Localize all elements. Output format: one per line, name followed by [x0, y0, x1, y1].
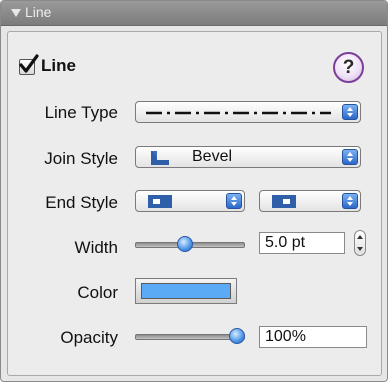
disclosure-triangle-down-icon[interactable] — [11, 9, 21, 17]
line-type-popup[interactable] — [135, 101, 361, 123]
panel-title: Line — [25, 4, 52, 20]
width-stepper[interactable] — [354, 230, 366, 256]
start-cap-popup[interactable] — [135, 190, 245, 212]
popup-arrows-icon — [342, 193, 358, 209]
opacity-slider-knob[interactable] — [229, 328, 245, 344]
join-style-popup[interactable]: Bevel — [135, 146, 361, 168]
width-label: Width — [74, 238, 118, 257]
popup-arrows-icon — [342, 149, 358, 165]
help-button[interactable]: ? — [333, 52, 364, 83]
square-cap-end-icon — [272, 195, 296, 208]
opacity-label: Opacity — [60, 328, 118, 347]
width-field[interactable]: 5.0 pt — [259, 232, 345, 254]
square-cap-start-icon — [148, 195, 172, 208]
dash-dot-line-icon — [146, 111, 331, 115]
line-checkbox[interactable] — [19, 54, 39, 75]
width-slider-knob[interactable] — [177, 236, 194, 252]
join-style-value: Bevel — [192, 148, 233, 165]
line-checkbox-label[interactable]: Line — [41, 56, 76, 76]
join-style-label: Join Style — [44, 149, 118, 168]
opacity-field[interactable]: 100% — [259, 326, 367, 348]
panel-content: Line ? Line Type Join Style Bevel End St… — [7, 31, 382, 376]
bevel-join-icon — [151, 151, 169, 165]
end-style-label: End Style — [45, 193, 118, 212]
popup-arrows-icon — [226, 193, 242, 209]
panel-titlebar[interactable]: Line — [1, 1, 387, 26]
color-label: Color — [77, 283, 118, 302]
line-inspector-panel: Line Line ? Line Type Join Style Bevel E… — [0, 0, 388, 382]
end-cap-popup[interactable] — [259, 190, 361, 212]
popup-arrows-icon — [342, 104, 358, 120]
color-well[interactable] — [135, 278, 237, 304]
line-type-label: Line Type — [44, 103, 118, 122]
checkmark-icon — [19, 54, 39, 73]
color-swatch — [141, 283, 231, 299]
